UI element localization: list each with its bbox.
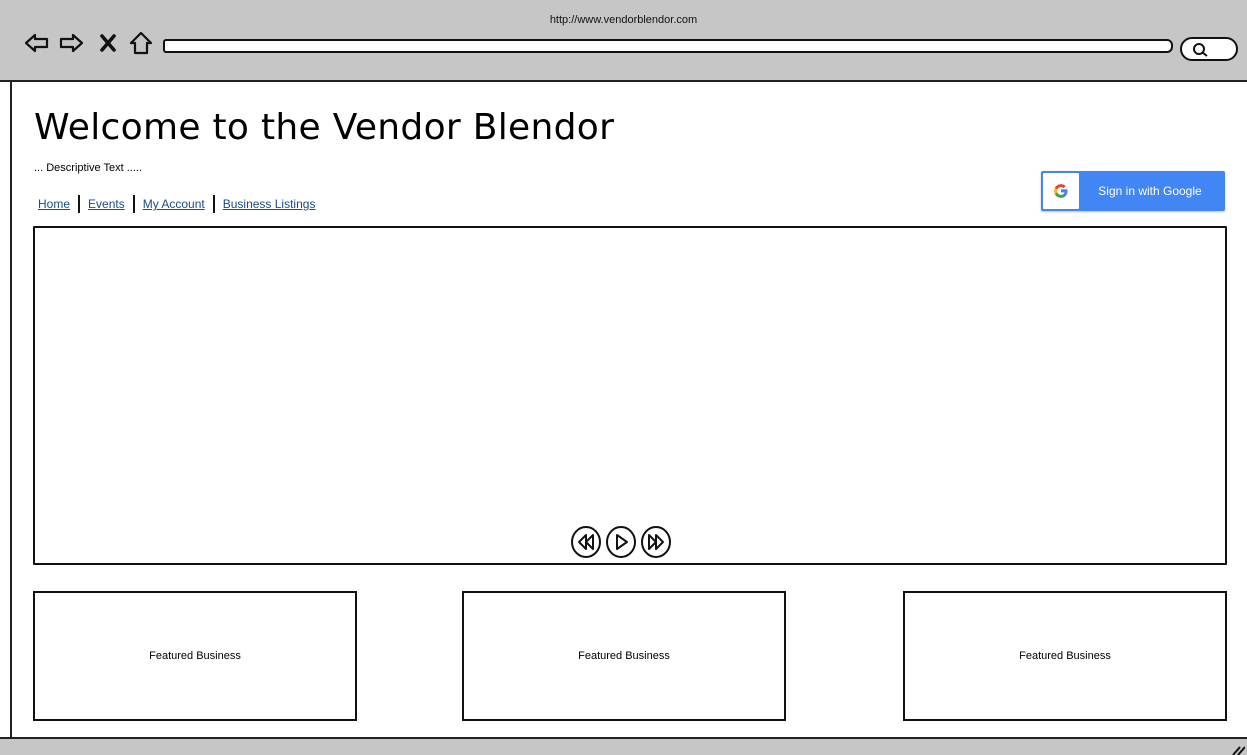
forward-arrow-icon[interactable] (58, 30, 84, 56)
main-nav: Home Events My Account Business Listings (38, 195, 323, 213)
browser-toolbar: http://www.vendorblendor.com (0, 0, 1247, 82)
featured-business-card[interactable]: Featured Business (903, 591, 1227, 721)
search-button[interactable] (1180, 37, 1238, 61)
rewind-icon[interactable] (570, 525, 602, 559)
featured-business-label: Featured Business (1019, 650, 1111, 662)
status-bar (0, 737, 1247, 755)
home-icon[interactable] (128, 30, 154, 56)
magnifier-icon (1193, 43, 1208, 57)
back-arrow-icon[interactable] (24, 30, 50, 56)
stop-icon[interactable] (96, 30, 122, 56)
google-sign-in-button[interactable]: Sign in with Google (1041, 171, 1225, 211)
google-sign-in-label: Sign in with Google (1098, 184, 1202, 198)
featured-business-label: Featured Business (149, 650, 241, 662)
nav-link-events[interactable]: Events (78, 195, 133, 213)
video-controls (570, 525, 672, 559)
window-border (10, 80, 12, 737)
featured-business-card[interactable]: Featured Business (462, 591, 786, 721)
video-player[interactable] (33, 226, 1227, 565)
url-text: http://www.vendorblendor.com (549, 14, 698, 26)
resize-grip-icon[interactable] (1231, 743, 1245, 755)
play-icon[interactable] (605, 525, 637, 559)
featured-business-label: Featured Business (578, 650, 670, 662)
page-title: Welcome to the Vendor Blendor (34, 107, 615, 148)
nav-link-my-account[interactable]: My Account (132, 195, 213, 213)
nav-link-business-listings[interactable]: Business Listings (212, 195, 324, 213)
nav-link-home[interactable]: Home (38, 195, 78, 213)
featured-business-card[interactable]: Featured Business (33, 591, 357, 721)
google-logo-icon (1043, 173, 1079, 209)
descriptive-text: ... Descriptive Text ..... (34, 162, 142, 174)
fast-forward-icon[interactable] (640, 525, 672, 559)
address-bar[interactable] (163, 39, 1173, 53)
